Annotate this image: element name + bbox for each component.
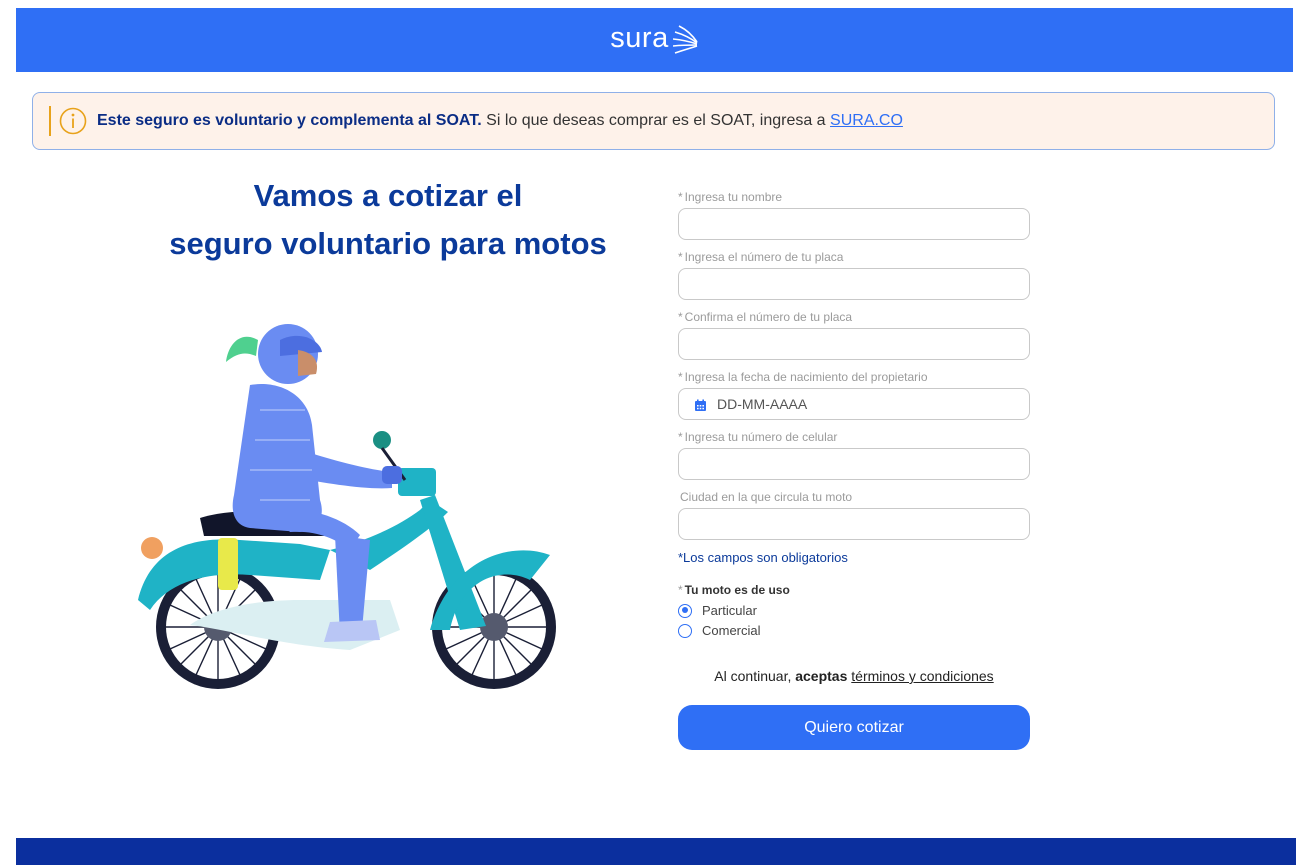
title-line-2: seguro voluntario para motos [169,226,607,261]
title-line-1: Vamos a cotizar el [253,178,523,213]
terms-notice: Al continuar, aceptas términos y condici… [678,668,1030,684]
city-input[interactable] [678,508,1030,540]
usage-option-particular[interactable]: Particular [678,603,757,618]
notice-accent-bar [49,106,51,136]
phone-input[interactable] [678,448,1030,480]
phone-field-group: * Ingresa tu número de celular [678,426,1030,486]
confirm-plate-field-group: * Confirma el número de tu placa [678,306,1030,366]
required-mark: * [678,310,683,324]
radio-particular-label: Particular [702,603,757,618]
terms-bold: aceptas [795,668,848,684]
sura-logo-icon [672,25,698,54]
calendar-icon [695,399,706,411]
city-field-group: Ciudad en la que circula tu moto [678,486,1030,546]
required-mark: * [678,370,683,384]
birthdate-label: * Ingresa la fecha de nacimiento del prop… [678,366,1030,388]
notice-text: Este seguro es voluntario y complementa … [97,112,903,130]
quote-submit-button[interactable]: Quiero cotizar [678,705,1030,750]
city-label: Ciudad en la que circula tu moto [678,486,1030,508]
birthdate-input[interactable] [678,388,1030,420]
required-mark: * [678,430,683,444]
info-icon [59,107,87,135]
terms-link[interactable]: términos y condiciones [851,668,993,684]
usage-question-text: Tu moto es de uso [684,583,790,597]
radio-particular[interactable] [678,603,692,618]
quote-form: * Ingresa tu nombre * Ingresa el número de… [678,186,1030,750]
phone-label: * Ingresa tu número de celular [678,426,1030,448]
required-mark: * [678,190,683,204]
notice-body-text: Si lo que deseas comprar es el SOAT, ing… [481,112,831,129]
sura-co-link[interactable]: SURA.CO [830,112,903,129]
city-label-text: Ciudad en la que circula tu moto [680,490,853,504]
birthdate-label-text: Ingresa la fecha de nacimiento del propi… [684,370,928,384]
required-mark: * [678,250,683,264]
usage-question: * Tu moto es de uso [678,583,790,597]
site-footer [16,838,1296,865]
sura-logo[interactable]: sura [610,22,698,58]
page-title: Vamos a cotizar el seguro voluntario par… [130,172,646,268]
name-label-text: Ingresa tu nombre [684,190,783,204]
confirm-plate-input[interactable] [678,328,1030,360]
confirm-plate-label: * Confirma el número de tu placa [678,306,1030,328]
site-header: sura [16,8,1293,72]
required-mark: * [678,583,683,597]
terms-prefix: Al continuar, [714,668,796,684]
birthdate-field-group: * Ingresa la fecha de nacimiento del prop… [678,366,1030,426]
name-field-group: * Ingresa tu nombre [678,186,1030,246]
usage-option-comercial[interactable]: Comercial [678,623,761,638]
plate-field-group: * Ingresa el número de tu placa [678,246,1030,306]
soat-notice-banner: Este seguro es voluntario y complementa … [32,92,1275,150]
plate-label: * Ingresa el número de tu placa [678,246,1030,268]
phone-label-text: Ingresa tu número de celular [684,430,838,444]
radio-comercial[interactable] [678,623,692,638]
notice-bold-text: Este seguro es voluntario y complementa … [97,112,482,129]
confirm-plate-label-text: Confirma el número de tu placa [684,310,853,324]
motorcycle-rider-illustration [138,324,556,689]
required-fields-note: *Los campos son obligatorios [678,550,848,565]
plate-input[interactable] [678,268,1030,300]
plate-label-text: Ingresa el número de tu placa [684,250,844,264]
logo-text: sura [610,21,669,54]
name-label: * Ingresa tu nombre [678,186,1030,208]
radio-comercial-label: Comercial [702,623,761,638]
name-input[interactable] [678,208,1030,240]
